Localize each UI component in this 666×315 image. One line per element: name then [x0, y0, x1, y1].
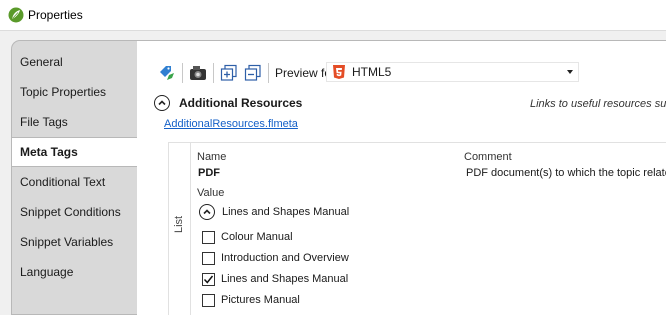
option-label[interactable]: Colour Manual: [221, 231, 293, 243]
sidebar-item-snippet-conditions[interactable]: Snippet Conditions: [12, 197, 137, 227]
sidebar-item-language[interactable]: Language: [12, 257, 137, 287]
toolbar-divider: [213, 63, 214, 83]
section-header: Additional Resources: [154, 95, 302, 111]
comment-column-header: Comment: [464, 151, 512, 163]
value-selector: Lines and Shapes Manual: [199, 204, 349, 220]
value-header: Value: [197, 187, 225, 199]
option-row: Introduction and Overview: [202, 250, 349, 266]
name-column-header: Name: [197, 151, 227, 163]
list-label: List: [173, 215, 185, 233]
chevron-up-icon: [158, 100, 166, 106]
preview-button[interactable]: [187, 62, 209, 84]
option-label[interactable]: Pictures Manual: [221, 294, 300, 306]
app-logo-icon: [8, 7, 24, 23]
meta-file-link[interactable]: AdditionalResources.flmeta: [164, 118, 298, 130]
list-strip: List: [169, 143, 191, 315]
main-panel: Preview for: HTML5 Additional Resources …: [137, 40, 666, 315]
toolbar-divider: [268, 63, 269, 83]
toolbar: Preview for: HTML5: [137, 60, 666, 86]
preview-target-dropdown[interactable]: HTML5: [326, 62, 579, 82]
sidebar-item-conditional-text[interactable]: Conditional Text: [12, 167, 137, 197]
selected-value: Lines and Shapes Manual: [222, 206, 350, 218]
option-checkbox-checked[interactable]: [202, 272, 215, 286]
tag-edit-icon: [160, 66, 174, 80]
window-title: Properties: [28, 8, 83, 22]
sidebar-item-snippet-variables[interactable]: Snippet Variables: [12, 227, 137, 257]
chevron-down-icon: [567, 70, 573, 74]
collapse-section-button[interactable]: [154, 95, 170, 111]
option-row: Pictures Manual: [202, 292, 300, 308]
sidebar-item-general[interactable]: General: [12, 47, 137, 77]
expand-all-button[interactable]: [218, 62, 240, 84]
section-title: Additional Resources: [179, 96, 303, 110]
expand-all-icon: [220, 64, 237, 81]
option-label[interactable]: Introduction and Overview: [221, 252, 349, 264]
camera-icon: [190, 66, 206, 80]
option-row: Colour Manual: [202, 229, 293, 245]
preview-target-value: HTML5: [352, 65, 392, 79]
sidebar-nav: General Topic Properties File Tags Meta …: [11, 40, 137, 315]
collapse-all-button[interactable]: [242, 62, 264, 84]
option-label[interactable]: Lines and Shapes Manual: [221, 273, 348, 285]
sidebar-item-topic-properties[interactable]: Topic Properties: [12, 77, 137, 107]
tag-name: PDF: [198, 167, 220, 179]
tag-comment: PDF document(s) to which the topic relat…: [466, 167, 666, 179]
chevron-up-icon: [203, 209, 211, 215]
sidebar-item-file-tags[interactable]: File Tags: [12, 107, 137, 137]
collapse-all-icon: [244, 64, 261, 81]
title-bar: Properties: [0, 0, 666, 31]
checkmark-icon: [203, 275, 214, 284]
toolbar-divider: [182, 63, 183, 83]
collapse-value-button[interactable]: [199, 204, 215, 220]
option-checkbox[interactable]: [202, 293, 215, 307]
edit-meta-tag-button[interactable]: [156, 62, 178, 84]
html5-icon: [333, 65, 345, 79]
sidebar-item-meta-tags[interactable]: Meta Tags: [12, 137, 137, 167]
option-row: Lines and Shapes Manual: [202, 271, 348, 287]
option-checkbox[interactable]: [202, 251, 215, 265]
option-checkbox[interactable]: [202, 230, 215, 244]
section-description: Links to useful resources suc: [530, 98, 666, 110]
meta-tag-grid: List Name Comment PDF PDF document(s) to…: [168, 142, 666, 315]
